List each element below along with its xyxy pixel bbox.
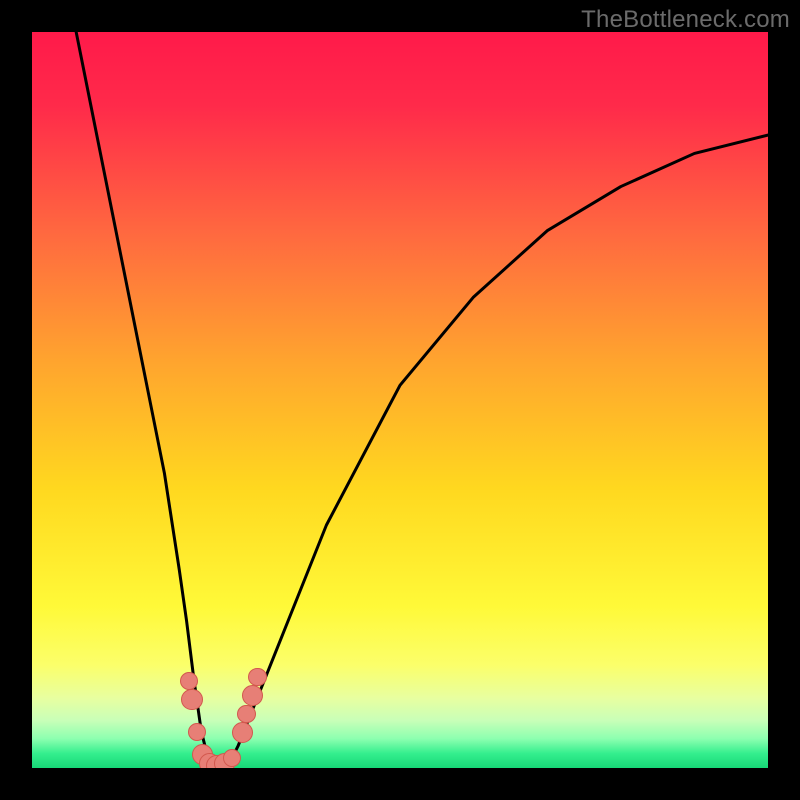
bottleneck-curve <box>32 32 768 768</box>
curve-marker <box>181 689 202 710</box>
plot-area <box>32 32 768 768</box>
curve-marker <box>242 685 263 706</box>
chart-frame: TheBottleneck.com <box>0 0 800 800</box>
curve-marker <box>180 672 198 690</box>
watermark-text: TheBottleneck.com <box>581 6 790 34</box>
curve-marker <box>237 705 255 723</box>
curve-marker <box>248 668 266 686</box>
curve-marker <box>232 722 253 743</box>
curve-marker <box>223 749 241 767</box>
